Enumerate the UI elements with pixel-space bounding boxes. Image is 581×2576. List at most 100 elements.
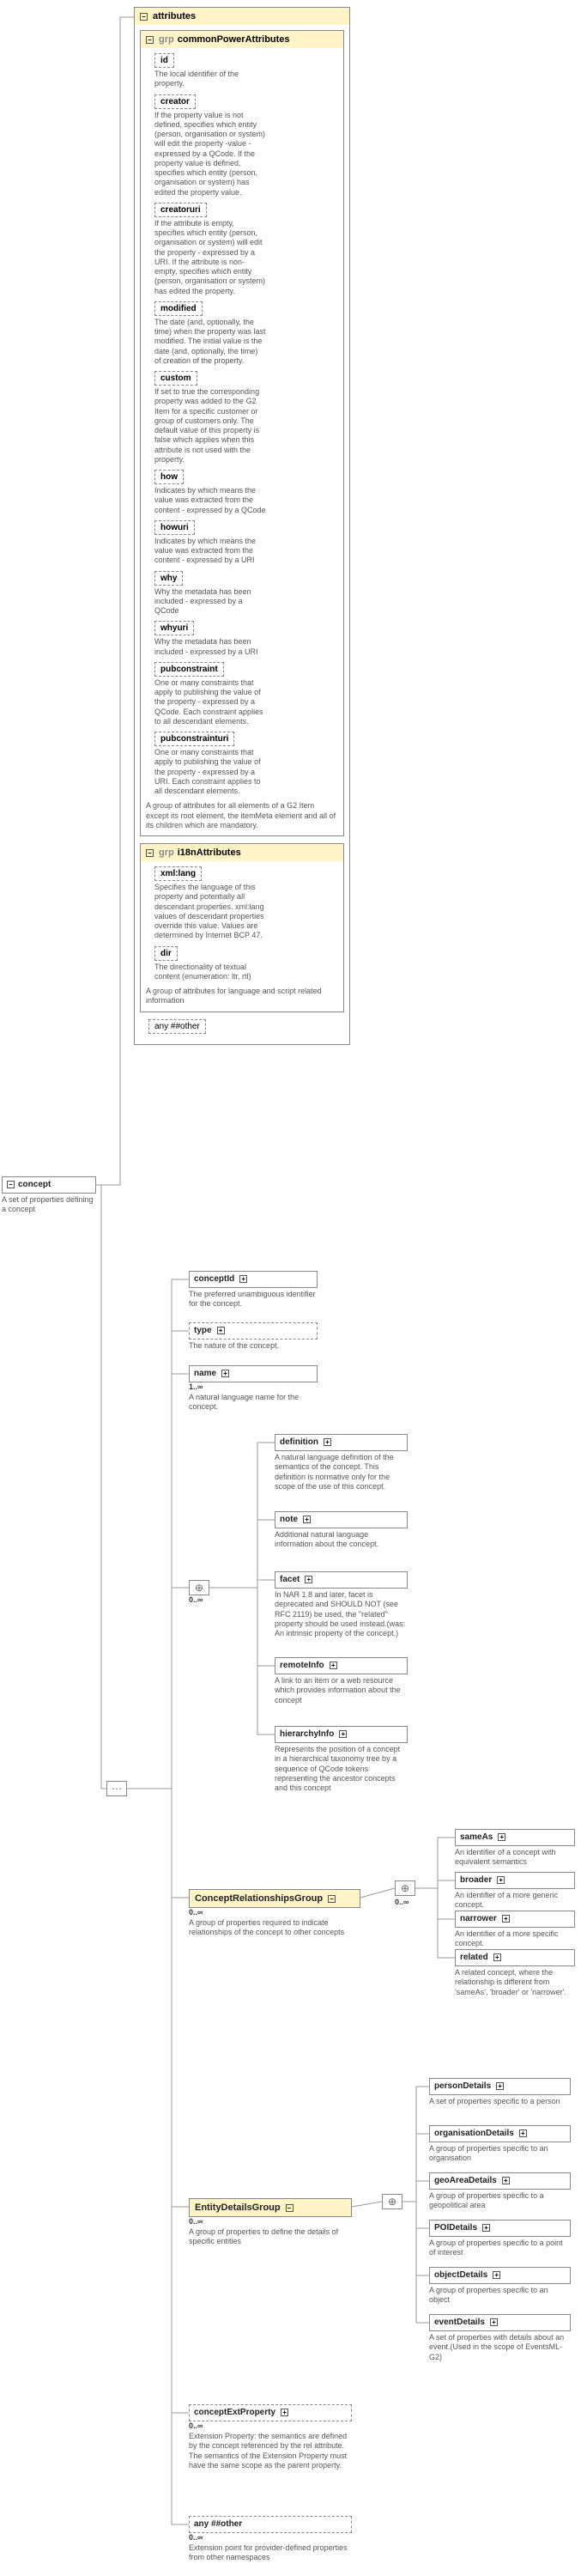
attr-pubconstraint: pubconstraint: [154, 662, 224, 677]
element-concept-id[interactable]: conceptId+: [189, 1271, 318, 1288]
attr-custom: custom: [154, 371, 197, 386]
expand-icon[interactable]: +: [496, 2082, 504, 2090]
element-name[interactable]: name+: [189, 1365, 318, 1382]
element-desc: An identifier of a concept with equivale…: [455, 1848, 575, 1868]
element-desc: Extension point for provider-defined pro…: [189, 2543, 352, 2563]
element-remote-info[interactable]: remoteInfo+: [275, 1657, 408, 1674]
expand-icon[interactable]: +: [502, 1915, 510, 1923]
element-desc: A group of properties specific to a geop…: [429, 2191, 571, 2211]
attr-desc: Why the metadata has been included - exp…: [154, 587, 266, 617]
element-narrower[interactable]: narrower+: [455, 1911, 575, 1928]
expand-icon[interactable]: +: [305, 1576, 312, 1583]
expand-icon[interactable]: +: [303, 1516, 311, 1523]
expand-icon[interactable]: +: [498, 1833, 505, 1841]
expand-icon[interactable]: +: [497, 1876, 505, 1884]
i18n-attributes-header[interactable]: – grp i18nAttributes: [141, 844, 343, 861]
collapse-icon[interactable]: –: [7, 1181, 15, 1188]
element-desc: A group of properties specific to a poin…: [429, 2239, 571, 2258]
group-desc: A group of properties to define the deta…: [189, 2227, 352, 2247]
common-power-attributes-header[interactable]: – grp commonPowerAttributes: [141, 31, 343, 48]
element-desc: An identifier of a more specific concept…: [455, 1929, 575, 1949]
element-desc: A group of properties specific to an org…: [429, 2144, 571, 2164]
attr-desc: Indicates by which means the value was e…: [154, 486, 266, 515]
attr-whyuri: whyuri: [154, 621, 194, 635]
attr-desc: If set to true the corresponding propert…: [154, 387, 266, 465]
attr-desc: Why the metadata has been included - exp…: [154, 637, 266, 657]
element-sameas[interactable]: sameAs+: [455, 1829, 575, 1846]
expand-icon[interactable]: +: [482, 2224, 490, 2232]
element-type[interactable]: type+: [189, 1322, 318, 1340]
element-event-details[interactable]: eventDetails+: [429, 2314, 571, 2331]
expand-icon[interactable]: +: [330, 1662, 337, 1669]
collapse-icon[interactable]: –: [286, 2204, 294, 2212]
attributes-panel-header[interactable]: – attributes: [135, 8, 349, 25]
element-definition[interactable]: definition+: [275, 1434, 408, 1451]
attr-desc: If the property value is not defined, sp…: [154, 111, 266, 197]
element-desc: A related concept, where the relationshi…: [455, 1968, 575, 1997]
attr-any-other: any ##other: [148, 1019, 206, 1034]
expand-icon[interactable]: +: [490, 2318, 498, 2326]
element-broader[interactable]: broader+: [455, 1872, 575, 1889]
expand-icon[interactable]: +: [493, 1953, 501, 1961]
compositor-choice: ⊕ 0..∞: [189, 1580, 209, 1604]
element-desc: A link to an item or a web resource whic…: [275, 1676, 408, 1705]
element-label: concept: [18, 1180, 51, 1189]
attr-dir: dir: [154, 946, 178, 961]
group-prefix: grp: [159, 34, 174, 45]
occurrence: 0..∞: [189, 1595, 209, 1604]
element-poi-details[interactable]: POIDetails+: [429, 2220, 571, 2237]
occurrence: 0..∞: [189, 1908, 360, 1917]
expand-icon[interactable]: +: [339, 1730, 347, 1738]
attr-modified: modified: [154, 301, 203, 316]
element-object-details[interactable]: objectDetails+: [429, 2267, 571, 2284]
element-desc: A set of properties specific to a person: [429, 2097, 571, 2106]
expand-icon[interactable]: +: [221, 1370, 229, 1377]
attr-desc: The date (and, optionally, the time) whe…: [154, 318, 266, 366]
expand-icon[interactable]: +: [502, 2177, 510, 2184]
element-any-other[interactable]: any ##other: [189, 2516, 352, 2533]
element-desc: The nature of the concept.: [189, 1341, 318, 1351]
element-person-details[interactable]: personDetails+: [429, 2078, 571, 2095]
element-organisation-details[interactable]: organisationDetails+: [429, 2125, 571, 2142]
element-desc: An identifier of a more generic concept.: [455, 1891, 575, 1911]
occurrence: 0..∞: [395, 1898, 409, 1906]
element-desc: Extension Property: the semantics are de…: [189, 2432, 352, 2470]
element-note[interactable]: note+: [275, 1511, 408, 1528]
attr-desc: One or many constraints that apply to pu…: [154, 748, 266, 796]
expand-icon[interactable]: +: [519, 2129, 527, 2137]
expand-icon[interactable]: +: [239, 1275, 247, 1283]
attr-why: why: [154, 571, 183, 586]
attr-how: how: [154, 470, 184, 484]
collapse-icon[interactable]: –: [140, 13, 148, 21]
group-prefix: grp: [159, 848, 174, 858]
expand-icon[interactable]: +: [493, 2271, 500, 2279]
occurrence: 0..∞: [189, 2217, 352, 2226]
collapse-icon[interactable]: –: [146, 36, 154, 44]
element-concept[interactable]: –concept: [2, 1176, 96, 1194]
attr-desc: Specifies the language of this property …: [154, 883, 266, 941]
attr-howuri: howuri: [154, 520, 195, 535]
occurrence: 1..∞: [189, 1382, 318, 1391]
element-concept-ext-property[interactable]: conceptExtProperty+: [189, 2404, 352, 2421]
entity-details-group-header[interactable]: EntityDetailsGroup–: [190, 2199, 351, 2216]
expand-icon[interactable]: +: [324, 1438, 331, 1446]
expand-icon[interactable]: +: [217, 1327, 225, 1334]
element-related[interactable]: related+: [455, 1949, 575, 1966]
collapse-icon[interactable]: –: [146, 849, 154, 857]
element-hierarchy-info[interactable]: hierarchyInfo+: [275, 1726, 408, 1743]
compositor-sequence: ⋯: [106, 1781, 127, 1796]
element-desc: Represents the position of a concept in …: [275, 1745, 408, 1793]
occurrence: 0..∞: [189, 2533, 352, 2542]
occurrence: 0..∞: [189, 2421, 352, 2430]
group-desc: A group of properties required to indica…: [189, 1918, 360, 1938]
compositor-choice: ⊕: [395, 1880, 415, 1896]
element-facet[interactable]: facet+: [275, 1571, 408, 1589]
concept-relationships-group-header[interactable]: ConceptRelationshipsGroup–: [190, 1890, 360, 1907]
element-desc: A group of properties specific to an obj…: [429, 2286, 571, 2306]
element-desc: A natural language name for the concept.: [189, 1393, 318, 1413]
element-desc: In NAR 1.8 and later, facet is deprecate…: [275, 1590, 408, 1638]
panel-title: i18nAttributes: [178, 848, 241, 858]
expand-icon[interactable]: +: [281, 2409, 288, 2416]
element-geo-area-details[interactable]: geoAreaDetails+: [429, 2172, 571, 2190]
collapse-icon[interactable]: –: [328, 1895, 336, 1903]
